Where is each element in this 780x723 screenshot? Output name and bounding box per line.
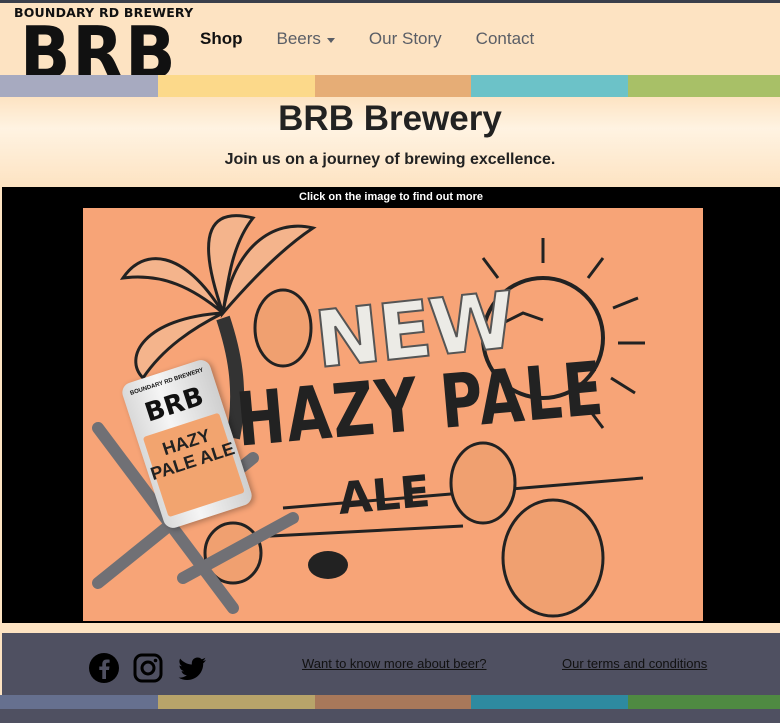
instagram-icon[interactable] xyxy=(132,652,164,684)
social-links xyxy=(88,652,208,684)
nav-our-story[interactable]: Our Story xyxy=(369,29,442,49)
feature-section: Click on the image to find out more NEW … xyxy=(2,187,780,623)
promo-text-ale: ALE xyxy=(335,466,433,525)
section-separator xyxy=(0,623,780,633)
link-learn-beer[interactable]: Want to know more about beer? xyxy=(302,656,487,671)
link-terms[interactable]: Our terms and conditions xyxy=(562,656,707,671)
nav-our-story-label: Our Story xyxy=(368,29,442,48)
page-title: BRB Brewery xyxy=(278,99,502,138)
feature-caption: Click on the image to find out more xyxy=(299,191,483,203)
caret-down-icon xyxy=(326,37,335,43)
nav-shop-label: Shop xyxy=(200,29,243,48)
twitter-icon[interactable] xyxy=(176,652,208,684)
hero-banner: BRB Brewery Join us on a journey of brew… xyxy=(0,97,780,187)
stripe-segment xyxy=(471,695,628,709)
nav-beers-label: Beers xyxy=(276,29,321,48)
palm-leaf xyxy=(119,257,225,315)
hop-cone xyxy=(253,288,313,368)
nav-beers-dropdown[interactable]: Beers xyxy=(277,29,335,49)
hop-cone xyxy=(501,498,605,618)
site-footer: Want to know more about beer? Our terms … xyxy=(2,633,780,695)
stripe-segment xyxy=(158,75,315,97)
stripe-segment xyxy=(628,695,780,709)
main-nav: Shop Beers Our Story Contact xyxy=(200,3,534,75)
site-header: BOUNDARY RD BREWERY BRB Shop Beers Our S… xyxy=(0,3,780,91)
promo-image[interactable]: NEW HAZY PALE ALE BOUNDARY RD BREWERY BR… xyxy=(83,208,703,621)
stripe-segment xyxy=(0,75,158,97)
page-subtitle: Join us on a journey of brewing excellen… xyxy=(224,151,556,168)
page-bottom xyxy=(0,709,780,723)
stripe-segment xyxy=(471,75,628,97)
hop-cone xyxy=(449,441,517,525)
sun-ray xyxy=(586,257,605,279)
nav-shop[interactable]: Shop xyxy=(200,29,243,49)
bottom-color-stripes xyxy=(0,695,780,709)
stripe-segment xyxy=(315,75,471,97)
crab xyxy=(308,551,348,579)
facebook-icon[interactable] xyxy=(88,652,120,684)
stripe-segment xyxy=(158,695,315,709)
stripe-segment xyxy=(315,695,471,709)
top-color-stripes xyxy=(0,75,780,97)
stripe-segment xyxy=(628,75,780,97)
sun-ray xyxy=(481,257,500,279)
sun-ray xyxy=(610,376,636,395)
sun-ray xyxy=(612,296,639,310)
nav-contact-label: Contact xyxy=(475,29,535,48)
stripe-segment xyxy=(0,695,158,709)
nav-contact[interactable]: Contact xyxy=(476,29,535,49)
